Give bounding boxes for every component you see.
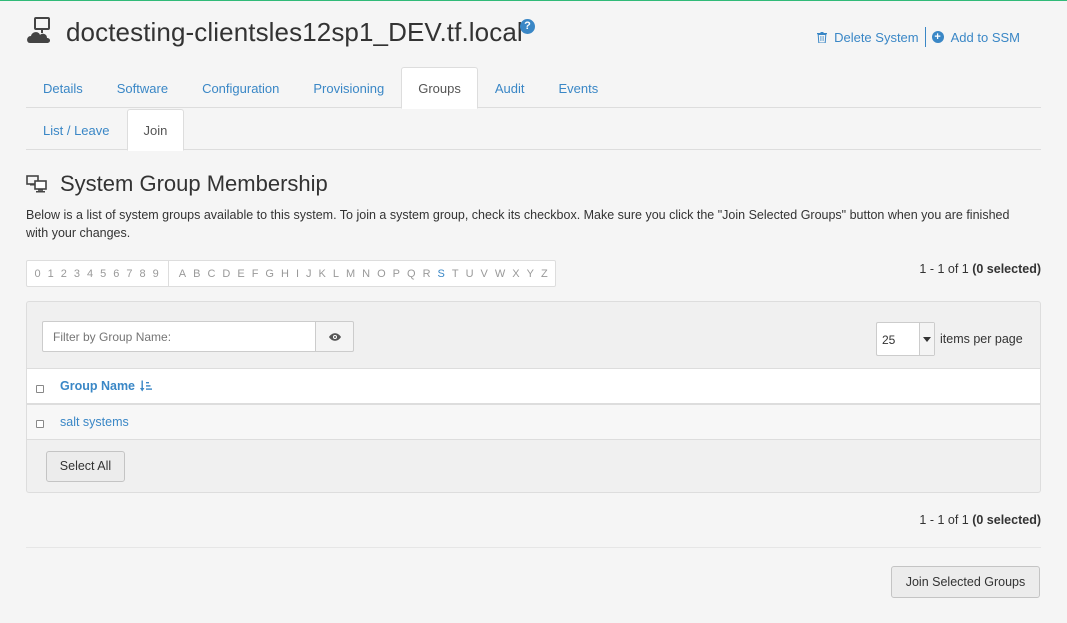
alphabar-letter: M [345,267,356,280]
group-name-column-header[interactable]: Group Name [60,379,153,393]
action-separator [924,27,926,47]
plus-circle-icon: + [931,31,944,43]
pager-selected: (0 selected) [972,513,1041,527]
chevron-down-icon [923,336,931,342]
pager-range: 1 - 1 of 1 [919,262,969,276]
alphabar-letter: C [207,267,216,280]
tab-software[interactable]: Software [100,67,185,108]
group-filter-input[interactable] [42,321,316,352]
alphabar-letter: O [377,267,386,280]
subtab-list-leave[interactable]: List / Leave [26,109,127,150]
sort-ascending-icon [140,380,153,392]
section-heading: System Group Membership [26,171,328,197]
items-per-page-value: 25 [882,333,896,347]
alphabar-letter: Z [540,267,548,280]
tab-audit[interactable]: Audit [478,67,542,108]
main-tabs: Details Software Configuration Provision… [26,67,1041,109]
alphabar-letter: J [306,267,312,280]
alphabar-letter: I [295,267,299,280]
pager-selected: (0 selected) [972,262,1041,276]
section-description: Below is a list of system groups availab… [26,208,1010,240]
alphabar-digit: 0 [34,267,41,280]
alphabar-letter: U [465,267,474,280]
items-per-page-select[interactable]: 25 [876,322,935,356]
select-all-button[interactable]: Select All [46,451,125,482]
alphabar-letter: X [512,267,520,280]
alphabar: 0123456789 ABCDEFGHIJKLMNOPQRSTUVWXYZ [26,260,557,287]
system-group-icon [26,175,47,193]
alphabar-letter: G [265,267,274,280]
section-title: System Group Membership [60,171,328,196]
page-header: doctesting-clientsles12sp1_DEV.tf.local … [26,15,1041,55]
alphabar-digit: 2 [60,267,67,280]
group-link[interactable]: salt systems [60,415,129,429]
alphabar-letter: L [332,267,339,280]
alphabar-letter: B [193,267,201,280]
divider [26,547,1041,548]
alphabar-letter: N [362,267,371,280]
tab-groups[interactable]: Groups [401,67,478,109]
alphabar-letter-link[interactable]: S [434,268,448,280]
header-actions: Delete System + Add to SSM [817,27,1020,47]
alphabar-letter: P [392,267,400,280]
join-selected-groups-button[interactable]: Join Selected Groups [891,566,1040,598]
filter-button[interactable] [315,321,354,352]
alphabar-letter: W [494,267,506,280]
system-cloud-icon [27,17,50,43]
table-header: Group Name [27,368,1040,405]
alphabar-letter: F [251,267,259,280]
delete-system-label: Delete System [834,29,919,45]
alphabar-digit: 9 [152,267,159,280]
pager-top: 1 - 1 of 1 (0 selected) [919,262,1041,276]
group-name-column-label: Group Name [60,379,136,393]
alphabar-letter: T [451,267,459,280]
add-to-ssm-link[interactable]: + Add to SSM [931,29,1020,45]
groups-panel: 25 items per page Group Name salt system… [26,301,1041,493]
alphabar-digit: 8 [139,267,146,280]
add-to-ssm-label: Add to SSM [950,29,1020,45]
alphabar-digit: 7 [126,267,133,280]
trash-icon [817,31,828,43]
row-checkbox[interactable] [36,420,44,428]
help-icon[interactable]: ? [520,19,535,34]
alphabar-digit: 6 [113,267,120,280]
alphabar-letter: Q [407,267,416,280]
tab-provisioning[interactable]: Provisioning [296,67,401,108]
eye-icon [328,332,341,341]
pager-range: 1 - 1 of 1 [919,513,969,527]
alphabar-letter: R [422,267,431,280]
alphabar-divider [168,260,170,287]
alphabar-letter: H [280,267,289,280]
alphabar-digit: 4 [87,267,94,280]
alphabar-letter: K [318,267,326,280]
alphabar-letter: E [237,267,245,280]
tab-details[interactable]: Details [26,67,100,108]
alphabar-letter: A [178,267,187,280]
sub-tabs: List / Leave Join [26,109,1041,151]
tab-events[interactable]: Events [542,67,616,108]
table-row: salt systems [27,405,1040,440]
alphabar-digit: 3 [73,267,80,280]
select-all-checkbox[interactable] [36,385,44,393]
pager-bottom: 1 - 1 of 1 (0 selected) [919,513,1041,527]
items-per-page-label: items per page [940,332,1023,346]
subtab-join[interactable]: Join [126,109,185,151]
page-title: doctesting-clientsles12sp1_DEV.tf.local [66,17,523,47]
alphabar-letter: D [222,267,231,280]
select-caret [919,323,934,355]
alphabar-letter: V [480,267,488,280]
alphabar-digit: 5 [100,267,107,280]
alphabar-digit: 1 [47,267,54,280]
delete-system-link[interactable]: Delete System [817,30,919,45]
alphabar-letter: Y [526,267,534,280]
tab-configuration[interactable]: Configuration [185,67,296,108]
